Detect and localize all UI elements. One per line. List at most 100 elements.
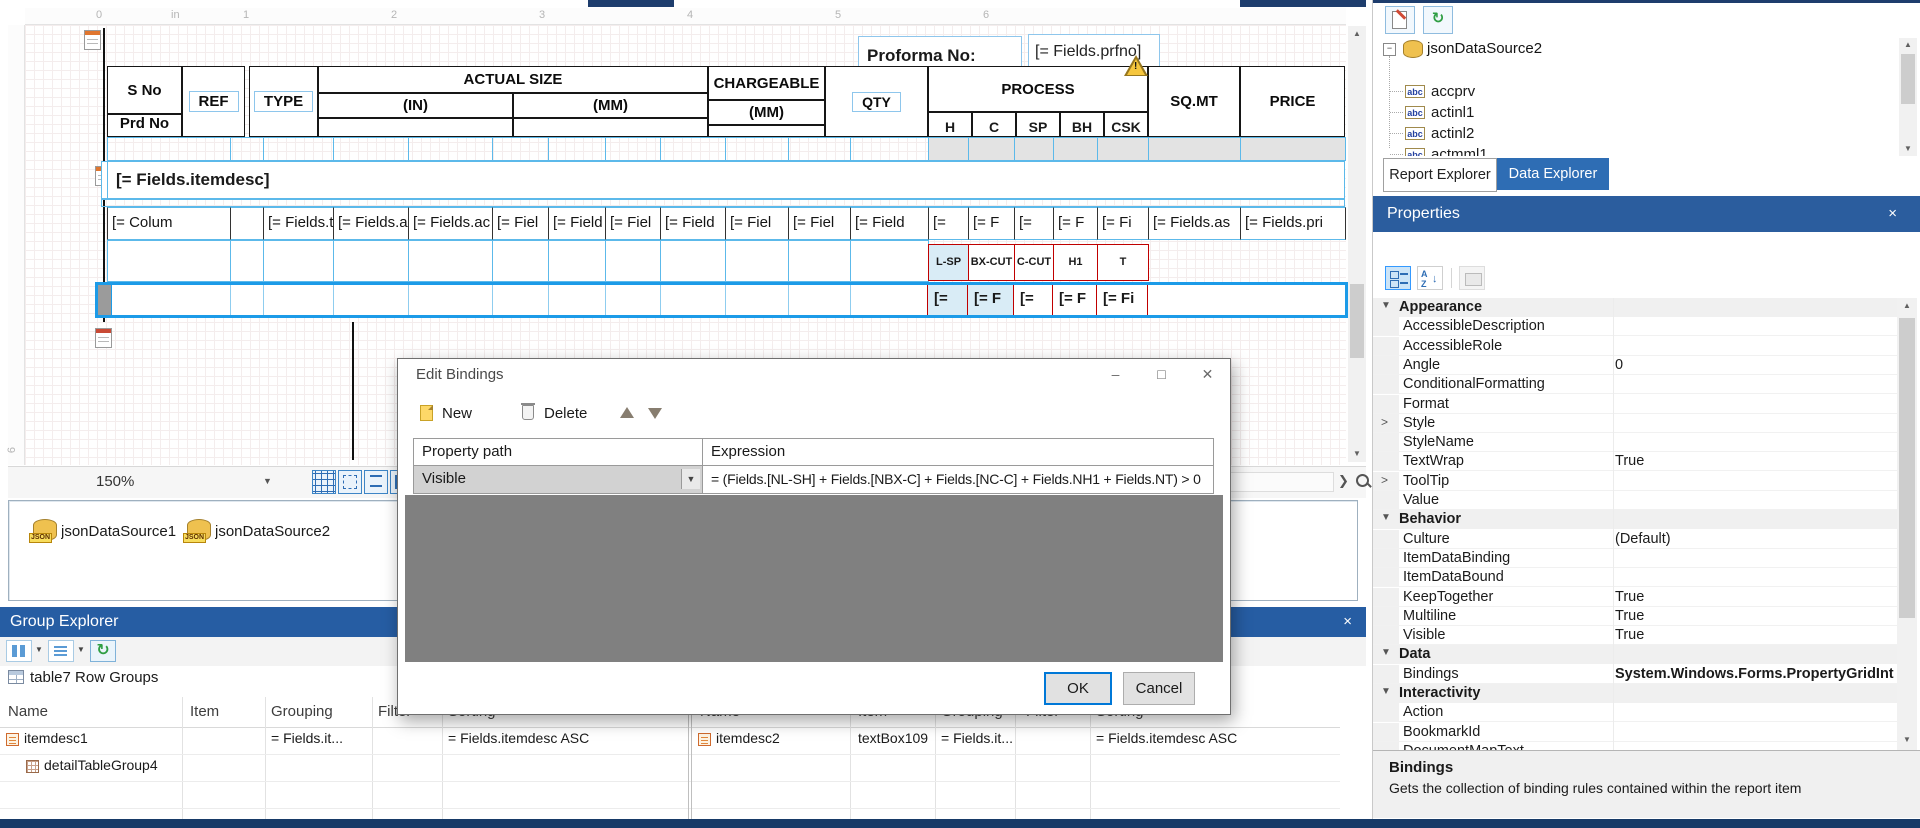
tree-scrollbar[interactable]: ▲ ▼: [1899, 38, 1917, 156]
selected-row-cell[interactable]: [=: [928, 285, 968, 315]
selected-row-cell[interactable]: [= F: [1053, 285, 1097, 315]
zoom-dropdown-icon[interactable]: ▼: [263, 476, 272, 486]
move-down-icon[interactable]: [648, 408, 662, 419]
itemdesc-group-cell[interactable]: [= Fields.itemdesc]: [101, 161, 1345, 199]
property-row[interactable]: Angle 0: [1373, 356, 1897, 375]
scroll-down-icon[interactable]: ▼: [1897, 732, 1917, 748]
property-value[interactable]: True: [1615, 608, 1895, 624]
property-row[interactable]: Multiline True: [1373, 607, 1897, 626]
grid-cell[interactable]: [660, 137, 726, 161]
header-cell-price[interactable]: PRICE: [1240, 66, 1345, 137]
grid-cell[interactable]: [1053, 137, 1098, 161]
datasource-item[interactable]: jsonDataSource1: [61, 523, 176, 540]
process-label-cell[interactable]: H1: [1053, 244, 1098, 281]
move-up-icon[interactable]: [620, 407, 634, 418]
grid-cell[interactable]: [492, 240, 549, 282]
header-cell-empty[interactable]: [513, 118, 708, 137]
property-grid-scrollbar[interactable]: ▲ ▼: [1897, 298, 1917, 750]
detail-cell[interactable]: [= Fiel: [605, 207, 661, 240]
process-col-header[interactable]: CSK: [1104, 112, 1148, 137]
detail-cell[interactable]: [= Field: [660, 207, 726, 240]
tree-item-field[interactable]: abcactinl1: [1373, 103, 1913, 123]
tab-data-explorer[interactable]: Data Explorer: [1497, 158, 1609, 190]
tree-collapse-icon[interactable]: −: [1383, 43, 1396, 56]
property-row[interactable]: BookmarkId: [1373, 723, 1897, 742]
design-vscrollbar[interactable]: ▲ ▼: [1348, 26, 1366, 462]
grid-cell[interactable]: [333, 240, 409, 282]
grid-cell[interactable]: [333, 137, 409, 161]
property-value[interactable]: 0: [1615, 357, 1895, 373]
collapse-icon[interactable]: ▼: [1381, 686, 1391, 697]
group-row-grouping[interactable]: = Fields.it...: [271, 730, 343, 746]
detail-cell[interactable]: [= Fields.pri: [1240, 207, 1346, 240]
grid-cell[interactable]: [230, 240, 264, 282]
process-label-cell[interactable]: BX-CUT: [968, 244, 1015, 281]
table-spacer-row[interactable]: [101, 199, 1345, 207]
process-col-header[interactable]: H: [928, 112, 972, 137]
header-cell-sqmt[interactable]: SQ.MT: [1148, 66, 1240, 137]
header-cell-empty[interactable]: [318, 118, 513, 137]
property-row[interactable]: Format: [1373, 395, 1897, 414]
selected-row[interactable]: [95, 282, 1348, 318]
zoom-level[interactable]: 150%: [96, 473, 134, 490]
property-row[interactable]: AccessibleRole: [1373, 337, 1897, 356]
dropdown-chevron-icon[interactable]: ▼: [681, 469, 700, 489]
minimize-icon[interactable]: –: [1093, 359, 1138, 391]
header-cell-type[interactable]: TYPE: [249, 66, 318, 137]
table-column-header[interactable]: Name: [8, 703, 48, 720]
group-row-name[interactable]: itemdesc1: [24, 730, 88, 746]
property-row[interactable]: ConditionalFormatting: [1373, 375, 1897, 394]
maximize-icon[interactable]: □: [1139, 359, 1184, 391]
grid-cell[interactable]: [605, 137, 661, 161]
grid-cell[interactable]: [1097, 137, 1149, 161]
header-cell-chargeable[interactable]: CHARGEABLE: [708, 66, 825, 100]
table-column-header[interactable]: Grouping: [271, 703, 333, 720]
table-column-header[interactable]: Item: [190, 703, 219, 720]
property-value[interactable]: (Default): [1615, 531, 1895, 547]
binding-expression-cell[interactable]: = (Fields.[NL-SH] + Fields.[NBX-C] + Fie…: [703, 466, 1213, 493]
edit-datasource-button[interactable]: [1385, 6, 1415, 34]
property-row[interactable]: Bindings System.Windows.Forms.PropertyGr…: [1373, 665, 1897, 684]
grid-cell[interactable]: [1148, 137, 1241, 161]
tree-item-field[interactable]: abcaccprv: [1373, 82, 1913, 102]
expand-icon[interactable]: >: [1381, 473, 1388, 487]
scroll-down-icon[interactable]: ▼: [1899, 142, 1917, 156]
grid-cell[interactable]: [548, 240, 606, 282]
grid-cell[interactable]: [1240, 137, 1346, 161]
grid-cell[interactable]: [788, 137, 851, 161]
property-row[interactable]: ItemDataBound: [1373, 568, 1897, 587]
group-row-item[interactable]: textBox109: [858, 730, 928, 746]
grid-cell[interactable]: [408, 137, 493, 161]
grid-cell[interactable]: [107, 137, 231, 161]
grid-cell[interactable]: [263, 137, 334, 161]
property-row[interactable]: Visible True: [1373, 626, 1897, 645]
header-cell-process[interactable]: PROCESS: [928, 66, 1148, 112]
detail-cell[interactable]: [= Fiel: [788, 207, 851, 240]
property-category-row[interactable]: ▼ Appearance: [1373, 298, 1897, 317]
grid-cell[interactable]: [850, 240, 929, 282]
vscrollbar-thumb[interactable]: [1350, 284, 1364, 358]
tree-scroll-thumb[interactable]: [1901, 54, 1915, 104]
selected-row-cell[interactable]: [= Fi: [1097, 285, 1148, 315]
snap-lines-button[interactable]: [364, 470, 388, 494]
header-cell-empty[interactable]: [708, 125, 825, 137]
properties-close-icon[interactable]: ×: [1888, 196, 1897, 232]
categorized-view-button[interactable]: [1385, 266, 1411, 290]
header-cell-chargeable-mm[interactable]: (MM): [708, 100, 825, 125]
row-groups-button[interactable]: [48, 640, 74, 662]
property-row[interactable]: Action: [1373, 703, 1897, 722]
scroll-up-icon[interactable]: ▲: [1897, 298, 1917, 314]
tree-item-field[interactable]: abcactmml1: [1373, 145, 1913, 156]
grid-cell[interactable]: [548, 137, 606, 161]
grid-cell[interactable]: [230, 137, 264, 161]
snap-to-grid-button[interactable]: [338, 470, 362, 494]
grid-cell[interactable]: [492, 137, 549, 161]
grid-cell[interactable]: [850, 137, 929, 161]
binding-row[interactable]: Visible ▼ = (Fields.[NL-SH] + Fields.[NB…: [413, 466, 1214, 494]
refresh-button[interactable]: ↻: [90, 640, 116, 662]
detail-cell[interactable]: [230, 207, 264, 240]
new-binding-button[interactable]: New: [442, 405, 472, 422]
refresh-fields-button[interactable]: ↻: [1423, 6, 1453, 34]
header-cell-mm[interactable]: (MM): [513, 93, 708, 118]
detail-cell[interactable]: [= Fiel: [492, 207, 549, 240]
